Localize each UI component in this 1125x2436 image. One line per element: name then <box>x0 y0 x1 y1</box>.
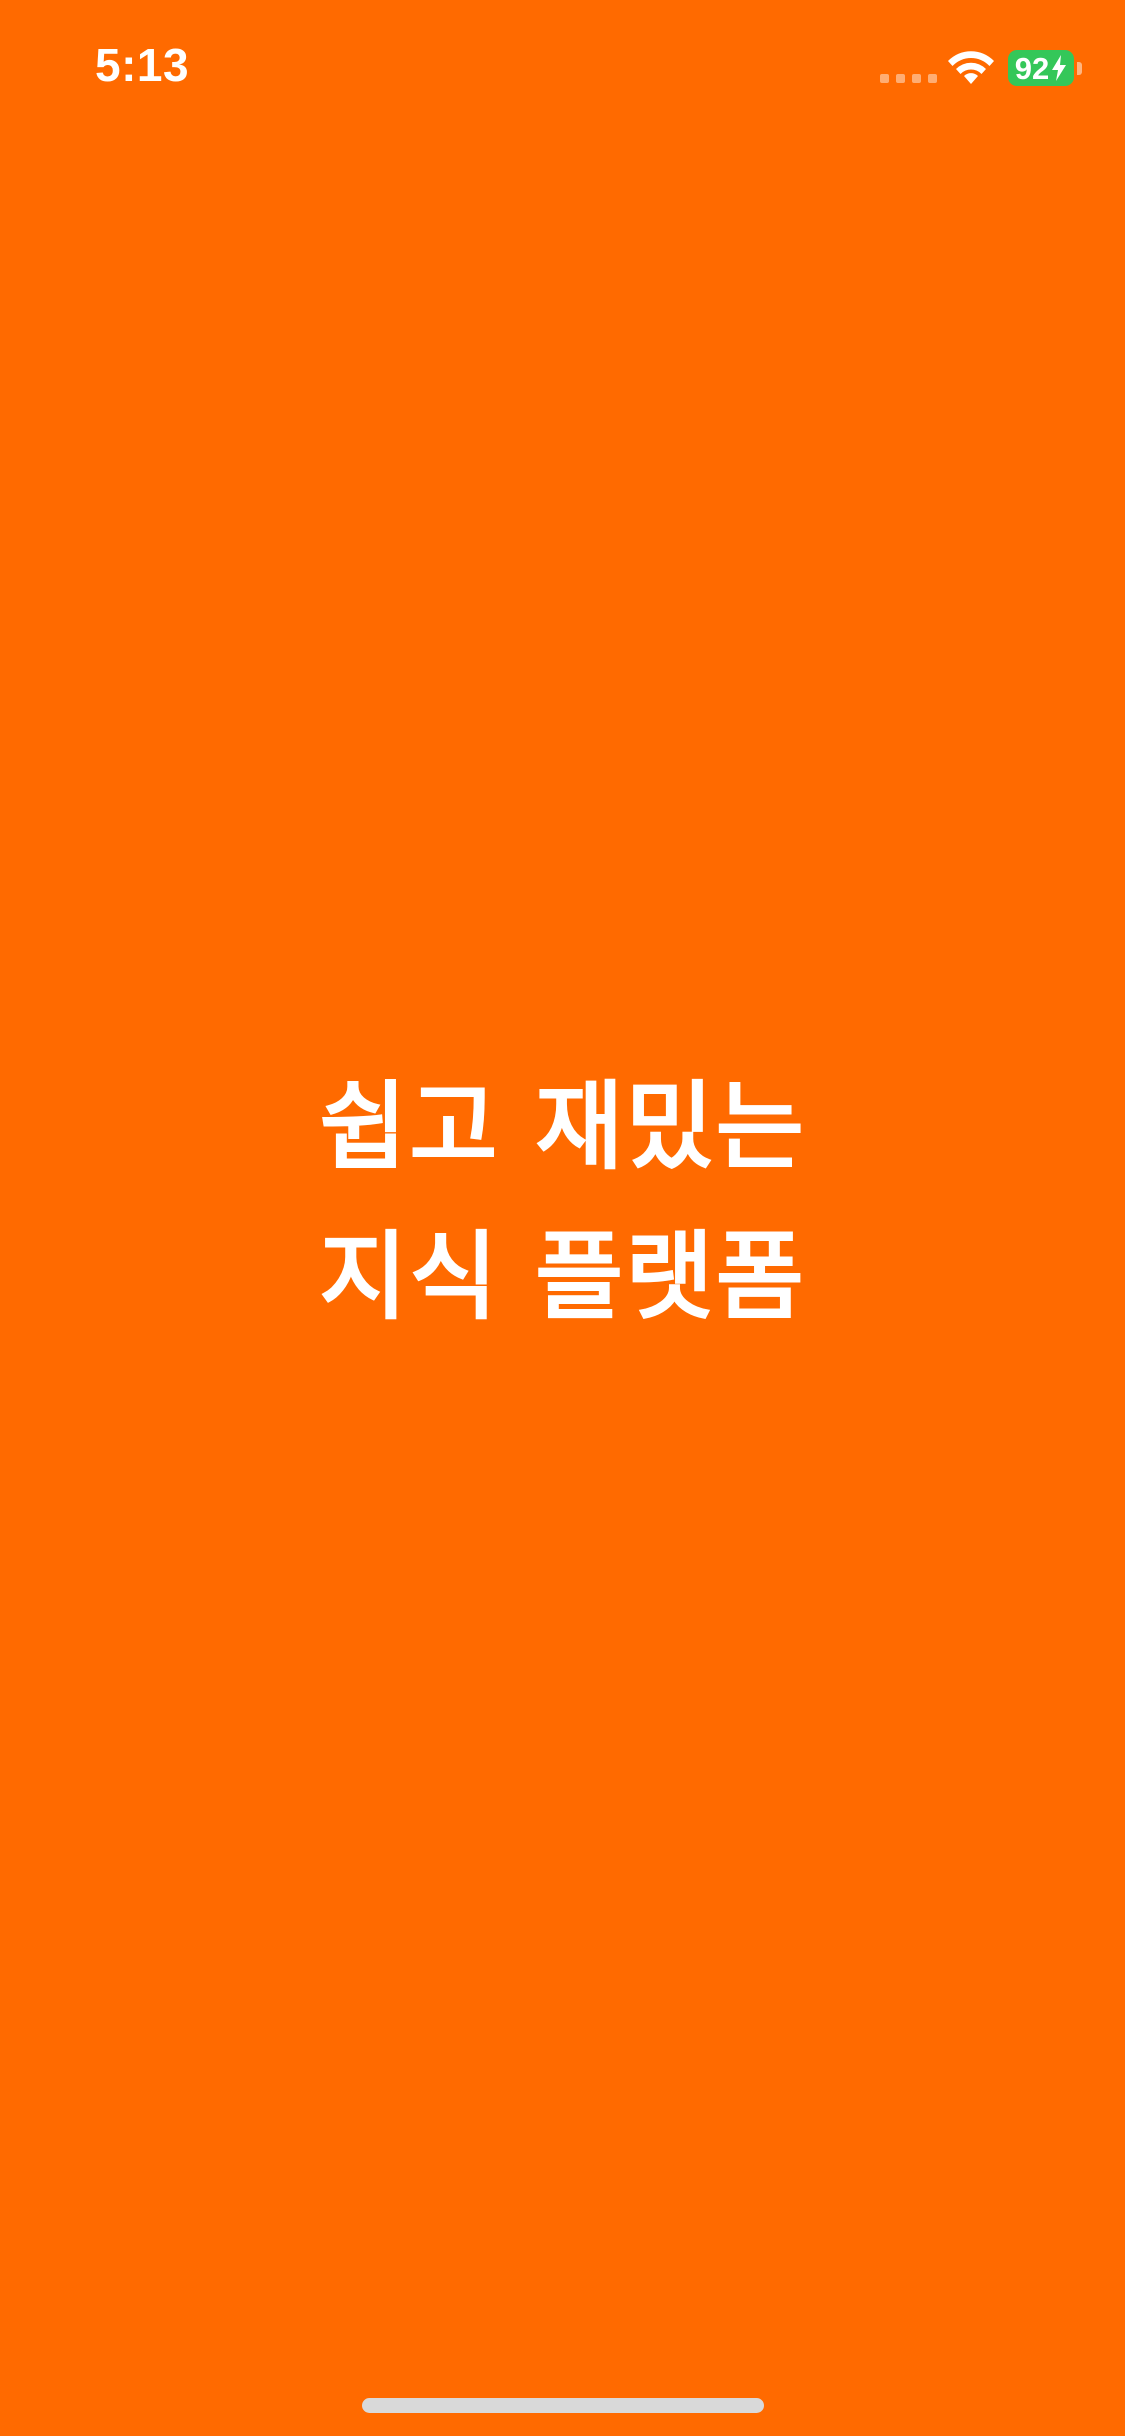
status-time: 5:13 <box>95 39 190 91</box>
signal-dot <box>896 74 905 83</box>
cellular-signal-icon <box>880 74 937 83</box>
signal-dot <box>928 74 937 83</box>
battery-level: 92 <box>1014 50 1050 86</box>
status-bar: 5:13 92 <box>0 0 1125 135</box>
signal-dot <box>912 74 921 83</box>
tagline-line-2: 지식 플랫폼 <box>318 1221 807 1333</box>
splash-screen: 5:13 92 쉽고 재밌는 지식 플랫폼 <box>0 0 1125 2436</box>
home-indicator[interactable] <box>362 2398 764 2413</box>
tagline: 쉽고 재밌는 지식 플랫폼 <box>0 1052 1125 1352</box>
charging-bolt-icon <box>1052 55 1067 81</box>
signal-dot <box>880 74 889 83</box>
battery-cap <box>1077 62 1082 75</box>
wifi-icon <box>948 51 994 84</box>
tagline-line-1: 쉽고 재밌는 <box>318 1071 807 1183</box>
battery-icon: 92 <box>1008 50 1074 86</box>
